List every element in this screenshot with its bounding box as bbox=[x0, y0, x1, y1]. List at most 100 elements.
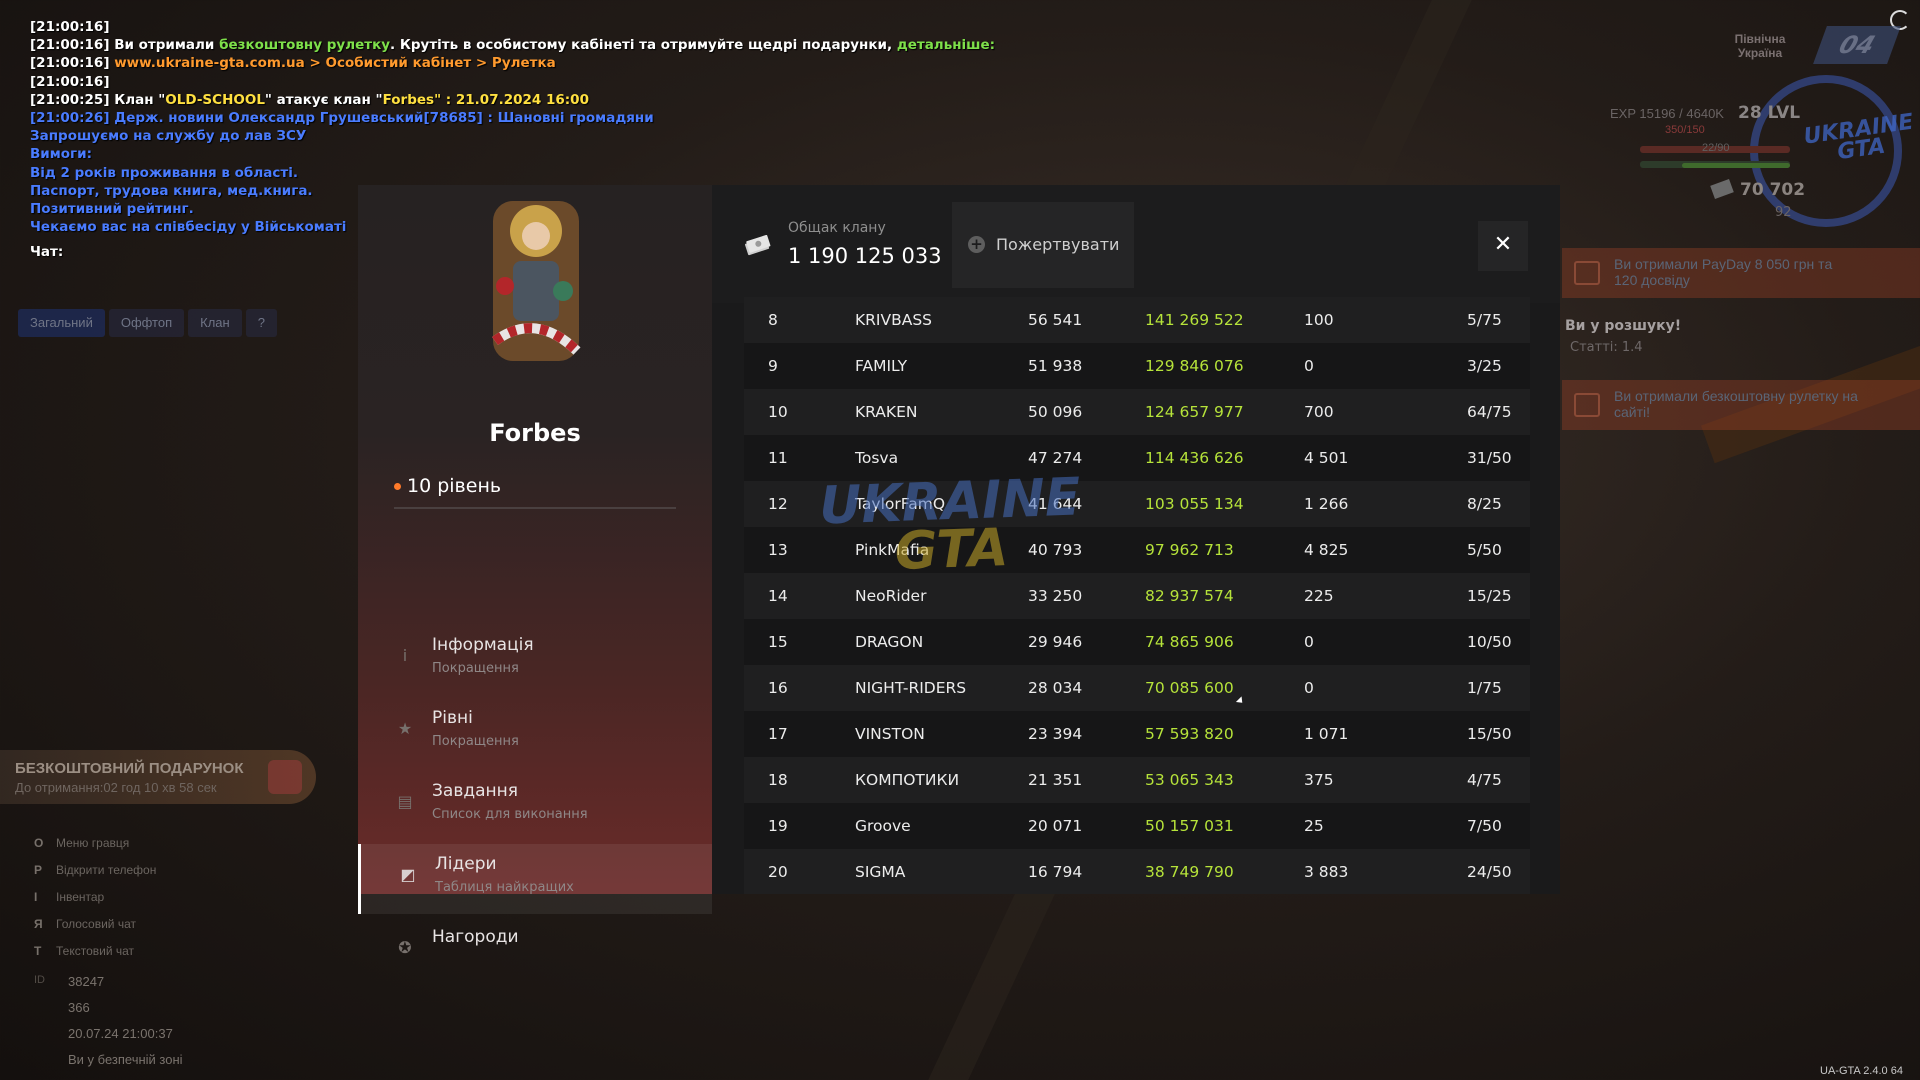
cell-clan-name: NIGHT-RIDERS bbox=[855, 679, 967, 697]
table-row[interactable]: 9 FAMILY 51 938 129 846 076 0 3/25 bbox=[744, 343, 1530, 389]
leaders-panel: Общак клану 1 190 125 033 + Пожертвувати… bbox=[712, 185, 1560, 894]
chat-tab[interactable]: Загальний bbox=[18, 309, 105, 337]
free-gift-banner[interactable]: БЕЗКОШТОВНИЙ ПОДАРУНОК До отримання:02 г… bbox=[0, 750, 316, 804]
chat-timestamp: [21:00:16] bbox=[30, 19, 110, 35]
cell-score: 21 351 bbox=[1028, 771, 1083, 789]
menu-item-title: Нагороди bbox=[432, 927, 519, 947]
cell-members: 10/50 bbox=[1467, 633, 1512, 651]
cell-rank: 17 bbox=[768, 725, 788, 743]
chat-timestamp: [21:00:16] bbox=[30, 37, 110, 54]
table-row[interactable]: 10 KRAKEN 50 096 124 657 977 700 64/75 bbox=[744, 389, 1530, 435]
table-row[interactable]: 19 Groove 20 071 50 157 031 25 7/50 bbox=[744, 803, 1530, 849]
hunger-bar bbox=[1682, 163, 1790, 168]
chat-text: Forbes bbox=[382, 91, 435, 108]
region-name: Північна Україна bbox=[1734, 32, 1786, 60]
cell-money: 129 846 076 bbox=[1145, 357, 1244, 375]
chat-text: Клан " bbox=[109, 91, 166, 108]
payday-notification: Ви отримали PayDay 8 050 грн та 120 досв… bbox=[1562, 248, 1920, 298]
cell-money: 38 749 790 bbox=[1145, 863, 1234, 881]
cell-members: 7/50 bbox=[1467, 817, 1502, 835]
chat-line: Запрошуємо на службу до лав ЗСУ bbox=[30, 127, 995, 145]
cell-points: 700 bbox=[1304, 403, 1334, 421]
chat-text: Позитивний рейтинг. bbox=[30, 201, 194, 218]
menu-item-info[interactable]: i Інформація Покращення bbox=[358, 625, 712, 695]
cell-clan-name: Groove bbox=[855, 817, 911, 835]
cell-clan-name: Tosva bbox=[855, 449, 899, 467]
hotkey-label: Текстовий чат bbox=[56, 944, 135, 958]
notification-text: Ви отримали PayDay 8 050 грн та 120 досв… bbox=[1614, 256, 1833, 288]
chat-tab[interactable]: Оффтоп bbox=[108, 309, 185, 337]
table-row[interactable]: 13 PinkMafia 40 793 97 962 713 4 825 5/50 bbox=[744, 527, 1530, 573]
hotkey-item: P Відкрити телефон bbox=[34, 863, 156, 890]
menu-item-tasks[interactable]: ▤ Завдання Список для виконання bbox=[358, 771, 712, 841]
menu-item-title: Рівні bbox=[432, 708, 473, 728]
cell-money: 97 962 713 bbox=[1145, 541, 1234, 559]
chat-timestamp: [21:00:16] bbox=[30, 73, 110, 90]
cell-rank: 19 bbox=[768, 817, 788, 835]
chat-line: [21:00:16] Ви отримали безкоштовну рулет… bbox=[30, 36, 995, 54]
hotkey-key: T bbox=[34, 944, 42, 958]
chat-timestamp: [21:00:25] bbox=[30, 91, 110, 108]
table-row[interactable]: 18 КОМПОТИКИ 21 351 53 065 343 375 4/75 bbox=[744, 757, 1530, 803]
table-row[interactable]: 11 Tosva 47 274 114 436 626 4 501 31/50 bbox=[744, 435, 1530, 481]
table-row[interactable]: 8 KRIVBASS 56 541 141 269 522 100 5/75 bbox=[744, 297, 1530, 343]
hp-value: 350/150 bbox=[1665, 124, 1705, 136]
cell-clan-name: DRAGON bbox=[855, 633, 924, 651]
table-row[interactable]: 14 NeoRider 33 250 82 937 574 225 15/25 bbox=[744, 573, 1530, 619]
cell-score: 33 250 bbox=[1028, 587, 1083, 605]
cell-money: 141 269 522 bbox=[1145, 311, 1244, 329]
chat-line: Від 2 років проживання в області. bbox=[30, 164, 995, 182]
stat-value: 38247 bbox=[68, 974, 105, 989]
table-row[interactable]: 15 DRAGON 29 946 74 865 906 0 10/50 bbox=[744, 619, 1530, 665]
chat-text: Від 2 років проживання в області. bbox=[30, 164, 298, 181]
medal-icon: ✪ bbox=[398, 938, 412, 957]
donate-button[interactable]: + Пожертвувати bbox=[952, 202, 1134, 288]
table-row[interactable]: 17 VINSTON 23 394 57 593 820 1 071 15/50 bbox=[744, 711, 1530, 757]
stat-label bbox=[34, 1000, 52, 1026]
clan-header: Общак клану 1 190 125 033 + Пожертвувати… bbox=[712, 185, 1560, 303]
menu-item-levels[interactable]: ★ Рівні Покращення bbox=[358, 698, 712, 768]
cell-members: 1/75 bbox=[1467, 679, 1502, 697]
table-row[interactable]: 16 NIGHT-RIDERS 28 034 70 085 600 0 1/75 bbox=[744, 665, 1530, 711]
hotkey-key: O bbox=[34, 836, 44, 850]
gift-timer: До отримання:02 год 10 хв 58 сек bbox=[15, 780, 217, 795]
cell-clan-name: SIGMA bbox=[855, 863, 906, 881]
chat-line: [21:00:16] www.ukraine-gta.com.ua > Особ… bbox=[30, 54, 995, 72]
chat-text: детальніше: bbox=[896, 37, 996, 54]
close-button[interactable]: ✕ bbox=[1478, 221, 1528, 271]
clan-bank-value: 1 190 125 033 bbox=[788, 244, 942, 268]
menu-item-rewards[interactable]: ✪ Нагороди bbox=[358, 917, 712, 957]
clan-level-text: 10 рівень bbox=[407, 475, 502, 497]
exp-text: EXP 15196 / 4640K bbox=[1610, 106, 1724, 121]
stat-item: ID 38247 bbox=[34, 974, 183, 1000]
cell-clan-name: VINSTON bbox=[855, 725, 925, 743]
gift-icon bbox=[268, 760, 302, 794]
stat-label bbox=[34, 1052, 52, 1078]
stat-value: Ви у безпечній зоні bbox=[68, 1052, 183, 1067]
menu-item-leaders[interactable]: ◩ Лідери Таблиця найкращих bbox=[358, 844, 712, 914]
hotkey-item: T Текстовий чат bbox=[34, 944, 156, 971]
cell-score: 29 946 bbox=[1028, 633, 1083, 651]
hotkey-key: P bbox=[34, 863, 43, 877]
chat-tab[interactable]: Клан bbox=[188, 309, 242, 337]
hotkey-label: Інвентар bbox=[56, 890, 105, 904]
chat-tab[interactable]: ? bbox=[245, 309, 277, 337]
table-row[interactable]: 20 SIGMA 16 794 38 749 790 3 883 24/50 bbox=[744, 849, 1530, 894]
chat-text: Ви отримали bbox=[109, 37, 220, 54]
clan-sidebar: Forbes 10 рівень i Інформація Покращення ★ Р… bbox=[358, 185, 712, 957]
cell-points: 100 bbox=[1304, 311, 1334, 329]
menu-item-subtitle: Таблиця найкращих bbox=[435, 880, 574, 895]
cell-members: 3/25 bbox=[1467, 357, 1502, 375]
menu-item-subtitle: Покращення bbox=[432, 734, 519, 749]
cell-members: 15/50 bbox=[1467, 725, 1512, 743]
cell-rank: 14 bbox=[768, 587, 788, 605]
menu-item-subtitle: Покращення bbox=[432, 661, 519, 676]
stat-item: Ви у безпечній зоні bbox=[34, 1052, 183, 1078]
cell-score: 23 394 bbox=[1028, 725, 1083, 743]
money-icon bbox=[744, 235, 771, 256]
chat-line: [21:00:16] bbox=[30, 18, 995, 36]
table-row[interactable]: 12 TaylorFamQ 41 644 103 055 134 1 266 8/25 bbox=[744, 481, 1530, 527]
chat-text: " атакує клан " bbox=[264, 91, 383, 108]
leaders-table[interactable]: 8 KRIVBASS 56 541 141 269 522 100 5/75 9 FAMILY… bbox=[744, 297, 1530, 894]
cell-score: 51 938 bbox=[1028, 357, 1083, 375]
